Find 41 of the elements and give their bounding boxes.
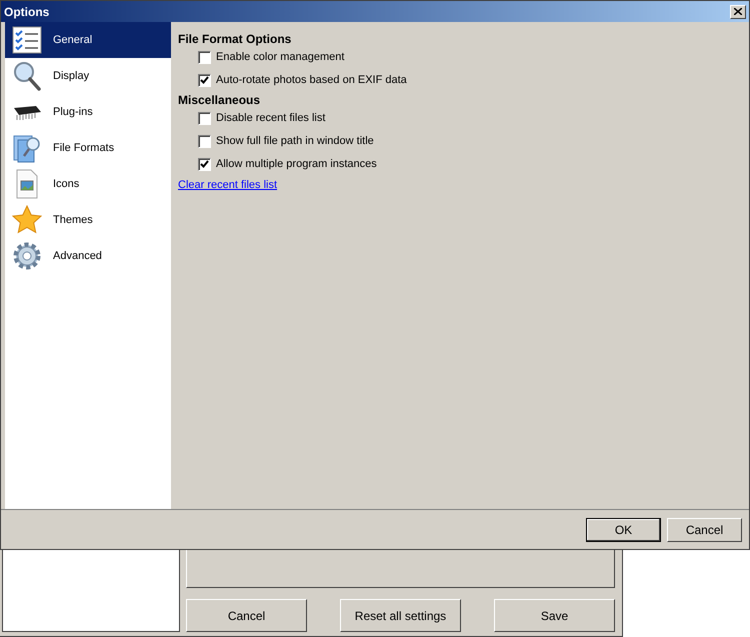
checkmark-icon — [200, 160, 209, 168]
sidebar-label: Themes — [53, 212, 93, 228]
star-icon — [11, 204, 43, 236]
sidebar-label: Icons — [53, 176, 80, 192]
dialog-button[interactable]: Cancel — [667, 518, 742, 542]
checkbox-label: Disable recent files list — [216, 110, 326, 126]
gear-icon — [11, 240, 43, 272]
section-heading: File Format Options — [178, 31, 292, 45]
sidebar-item[interactable]: Advanced — [5, 238, 171, 274]
sidebar-item[interactable]: General — [5, 22, 171, 58]
checkbox-label: Auto-rotate photos based on EXIF data — [216, 72, 407, 88]
sidebar-label: Plug-ins — [53, 104, 93, 120]
close-button[interactable] — [730, 4, 746, 18]
checkbox-label: Show full file path in window title — [216, 134, 374, 149]
checkbox-label: Enable color management — [216, 50, 344, 65]
checkbox-label: Allow multiple program instances — [216, 156, 377, 172]
dialog-button[interactable]: Reset all settings — [340, 599, 461, 632]
checkmark-icon — [200, 76, 209, 84]
magnifier-icon — [11, 60, 43, 92]
sidebar-label: Display — [53, 68, 90, 84]
checkbox[interactable] — [198, 112, 211, 124]
sidebar-item[interactable]: Icons — [5, 166, 171, 202]
checkbox[interactable] — [198, 134, 211, 148]
sidebar-label: General — [53, 32, 92, 48]
clear-recent-link[interactable]: Clear recent files list — [178, 177, 278, 194]
checklist-icon — [11, 24, 43, 56]
sidebar-item[interactable]: Display — [5, 58, 171, 94]
sidebar-label: File Formats — [53, 140, 114, 156]
close-icon — [734, 8, 742, 15]
dialog-button[interactable]: Cancel — [186, 599, 307, 632]
sidebar-item[interactable]: Themes — [5, 202, 171, 238]
dialog-button[interactable]: OK — [586, 518, 661, 542]
sidebar-item[interactable]: File Formats — [5, 130, 171, 166]
window-title: Options — [4, 4, 50, 20]
sidebar-item[interactable]: Plug-ins — [5, 94, 171, 130]
sidebar-label: Advanced — [53, 248, 102, 264]
checkbox[interactable] — [198, 50, 211, 64]
checkbox[interactable] — [198, 74, 211, 86]
dialog-button[interactable]: Save — [494, 599, 615, 632]
checkbox[interactable] — [198, 158, 211, 170]
section-heading: Miscellaneous — [178, 92, 262, 106]
